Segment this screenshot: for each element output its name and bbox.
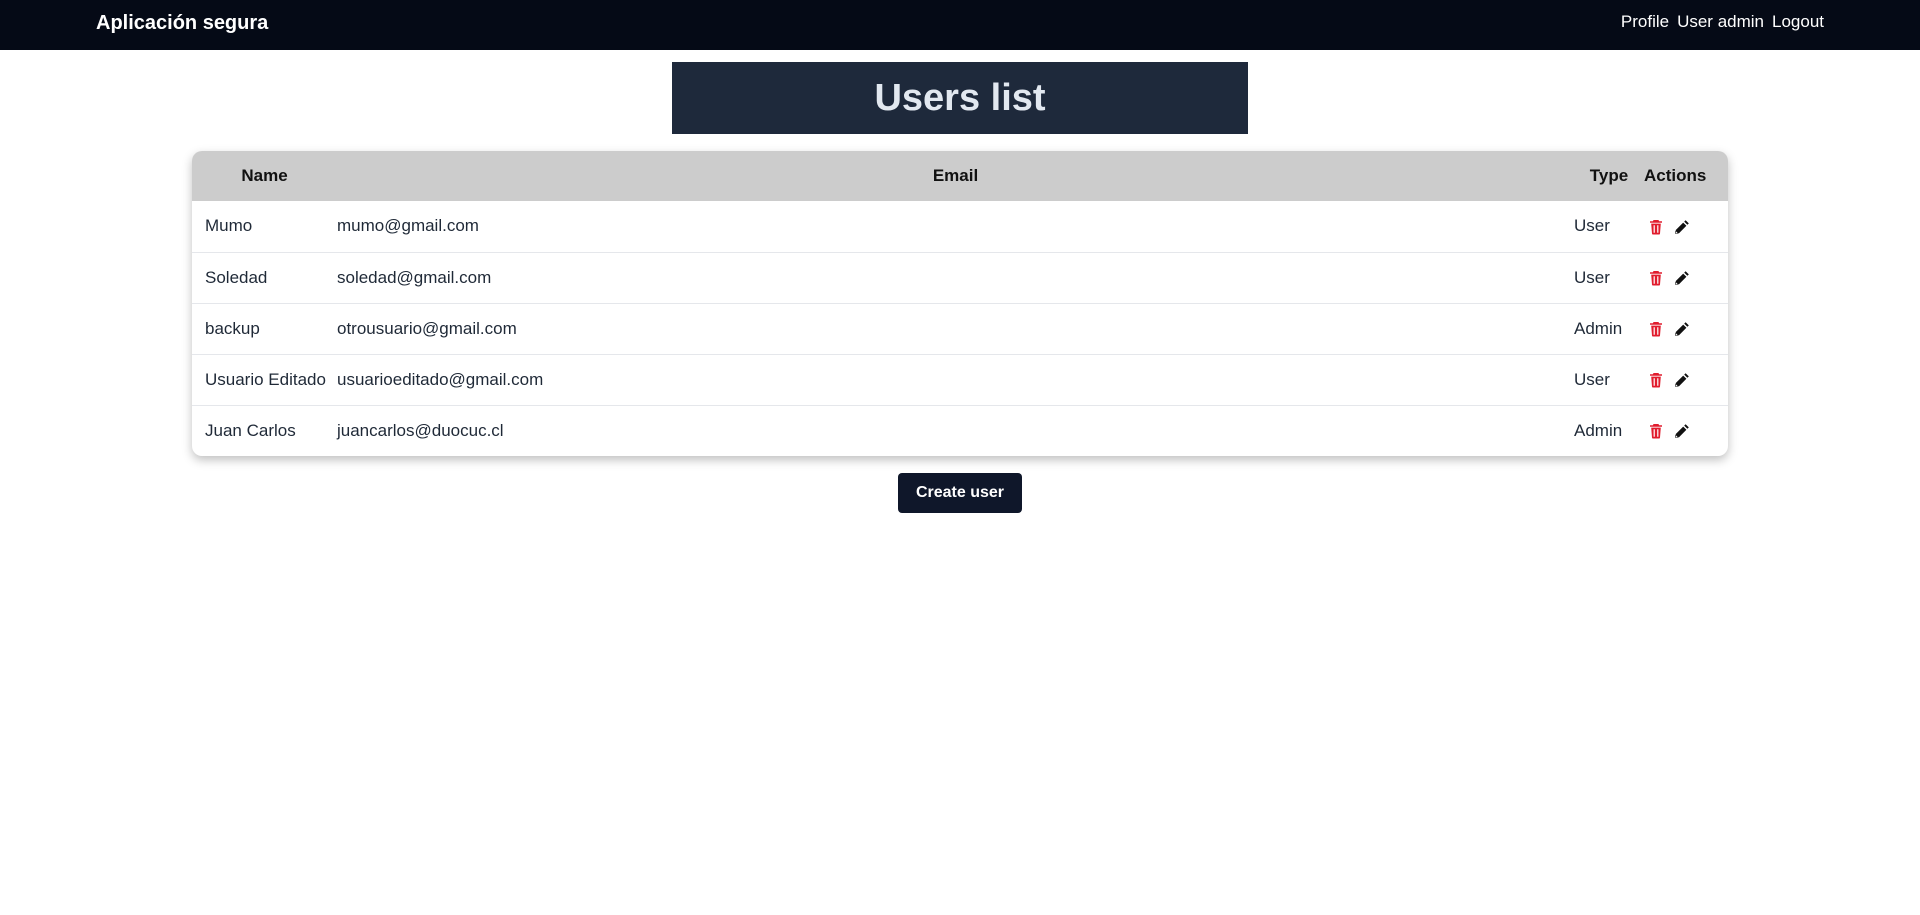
cell-email: otrousuario@gmail.com (337, 318, 517, 338)
cell-type: User (1574, 369, 1610, 389)
trash-icon[interactable] (1648, 372, 1664, 388)
nav-links: Profile User admin Logout (1621, 12, 1824, 32)
page-title-banner: Users list (672, 62, 1248, 134)
cell-name: Mumo (205, 216, 253, 236)
trash-icon[interactable] (1648, 270, 1664, 286)
trash-icon[interactable] (1648, 219, 1664, 235)
table-row: Juan Carlos juancarlos@duocuc.cl Admin (192, 405, 1728, 456)
header-actions: Actions (1644, 166, 1707, 185)
table-body: Mumo mumo@gmail.com User Soledad soledad@gma… (192, 201, 1728, 456)
pencil-icon[interactable] (1674, 423, 1690, 439)
table-row: Mumo mumo@gmail.com User (192, 201, 1728, 252)
cell-email: usuarioeditado@gmail.com (337, 369, 544, 389)
cell-type: User (1574, 216, 1610, 236)
cell-email: juancarlos@duocuc.cl (337, 420, 504, 440)
table-row: Soledad soledad@gmail.com User (192, 252, 1728, 303)
header-type: Type (1589, 166, 1629, 185)
pencil-icon[interactable] (1674, 372, 1690, 388)
cell-actions (1644, 303, 1728, 354)
header-name: Name (241, 166, 288, 185)
cell-actions (1644, 405, 1728, 456)
trash-icon[interactable] (1648, 423, 1664, 439)
cell-actions (1644, 354, 1728, 405)
table-row: backup otrousuario@gmail.com Admin (192, 303, 1728, 354)
pencil-icon[interactable] (1674, 270, 1690, 286)
table-header-row: Name Email Type Actions (192, 151, 1728, 201)
users-table-card: Name Email Type Actions Mumo mumo@gmail.c… (192, 151, 1728, 456)
cell-actions (1644, 252, 1728, 303)
cell-type: Admin (1574, 420, 1623, 440)
users-table: Name Email Type Actions Mumo mumo@gmail.c… (192, 151, 1728, 456)
table-row: Usuario Editado usuarioeditado@gmail.com U… (192, 354, 1728, 405)
cell-name: Usuario Editado (205, 369, 326, 389)
cell-name: backup (205, 318, 260, 338)
app-brand[interactable]: Aplicación segura (96, 12, 268, 35)
pencil-icon[interactable] (1674, 321, 1690, 337)
cell-email: soledad@gmail.com (337, 267, 492, 287)
nav-link-logout[interactable]: Logout (1772, 12, 1824, 32)
cell-name: Juan Carlos (205, 420, 296, 440)
cell-email: mumo@gmail.com (337, 216, 479, 236)
page-title: Users list (874, 76, 1046, 119)
top-navbar: Aplicación segura Profile User admin Log… (0, 0, 1920, 50)
cell-actions (1644, 201, 1728, 252)
cell-type: User (1574, 267, 1610, 287)
pencil-icon[interactable] (1674, 219, 1690, 235)
header-email: Email (932, 166, 979, 185)
create-user-button[interactable]: Create user (898, 473, 1022, 513)
trash-icon[interactable] (1648, 321, 1664, 337)
cell-name: Soledad (205, 267, 268, 287)
nav-link-profile[interactable]: Profile (1621, 12, 1669, 32)
cell-type: Admin (1574, 318, 1623, 338)
nav-link-user-admin[interactable]: User admin (1677, 12, 1764, 32)
